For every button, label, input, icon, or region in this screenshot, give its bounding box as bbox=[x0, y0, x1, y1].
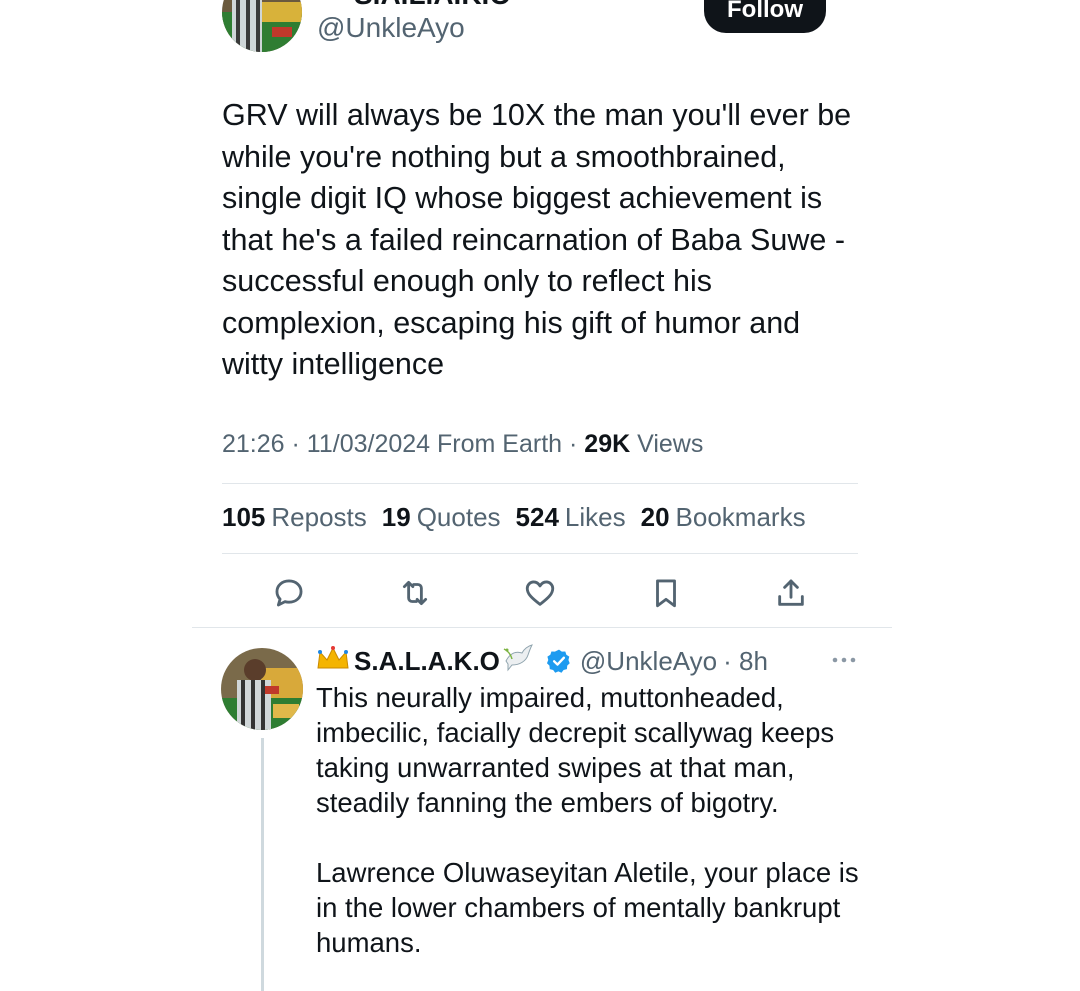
meta-separator: · bbox=[291, 430, 300, 458]
more-icon bbox=[832, 657, 856, 663]
reply-text: This neurally impaired, muttonheaded, im… bbox=[316, 682, 859, 958]
crown-icon bbox=[318, 0, 348, 11]
reply-icon bbox=[275, 579, 303, 607]
reply-header: S.A.L.A.K.O @UnkleAyo · 8h bbox=[316, 643, 768, 679]
repost-button[interactable] bbox=[396, 574, 434, 612]
tweet-meta: 21:26 · 11/03/2024 From Earth · 29K View… bbox=[222, 430, 703, 459]
share-icon bbox=[778, 579, 804, 606]
verified-badge-icon bbox=[546, 648, 572, 674]
bookmark-icon bbox=[656, 579, 676, 608]
bookmark-button[interactable] bbox=[647, 574, 685, 612]
repost-icon bbox=[402, 580, 428, 606]
reply-author-name[interactable]: S.A.L.A.K.O bbox=[354, 646, 500, 677]
share-button[interactable] bbox=[772, 574, 810, 612]
author-handle[interactable]: @UnkleAyo bbox=[317, 12, 465, 44]
stat-bookmarks[interactable]: 20 Bookmarks bbox=[641, 502, 806, 533]
divider bbox=[222, 553, 858, 554]
author-name-text: S.A.L.A.K.O bbox=[354, 0, 511, 11]
dove-icon bbox=[502, 643, 536, 680]
reply-button[interactable] bbox=[270, 574, 308, 612]
action-bar bbox=[270, 574, 830, 612]
crown-icon bbox=[316, 644, 350, 679]
author-avatar[interactable] bbox=[222, 0, 302, 52]
tweet-text: GRV will always be 10X the man you'll ev… bbox=[222, 98, 852, 381]
like-button[interactable] bbox=[521, 574, 559, 612]
thread-line bbox=[261, 738, 264, 991]
tweet-source: From Earth bbox=[437, 430, 563, 458]
like-icon bbox=[525, 580, 555, 606]
views-label[interactable]: Views bbox=[637, 430, 703, 458]
meta-separator: · bbox=[569, 430, 578, 458]
tweet-date[interactable]: 11/03/2024 bbox=[307, 430, 430, 458]
stat-reposts[interactable]: 105 Reposts bbox=[222, 502, 367, 533]
reply-author-avatar[interactable] bbox=[221, 648, 303, 730]
reply-time[interactable]: · 8h bbox=[723, 646, 768, 677]
engagement-stats: 105 Reposts 19 Quotes 524 Likes 20 Bookmarks bbox=[222, 502, 806, 533]
tweet-time[interactable]: 21:26 bbox=[222, 430, 285, 458]
tweet-detail-view: S.A.L.A.K.O @UnkleAyo Follow GRV will al… bbox=[0, 0, 1080, 991]
more-options-button[interactable] bbox=[828, 648, 860, 672]
author-name[interactable]: S.A.L.A.K.O bbox=[318, 0, 511, 11]
divider bbox=[192, 627, 892, 628]
views-count[interactable]: 29K bbox=[584, 430, 630, 458]
stat-quotes[interactable]: 19 Quotes bbox=[382, 502, 501, 533]
divider bbox=[222, 483, 858, 484]
follow-button[interactable]: Follow bbox=[704, 0, 826, 33]
stat-likes[interactable]: 524 Likes bbox=[516, 502, 626, 533]
reply-author-handle[interactable]: @UnkleAyo bbox=[580, 646, 717, 677]
